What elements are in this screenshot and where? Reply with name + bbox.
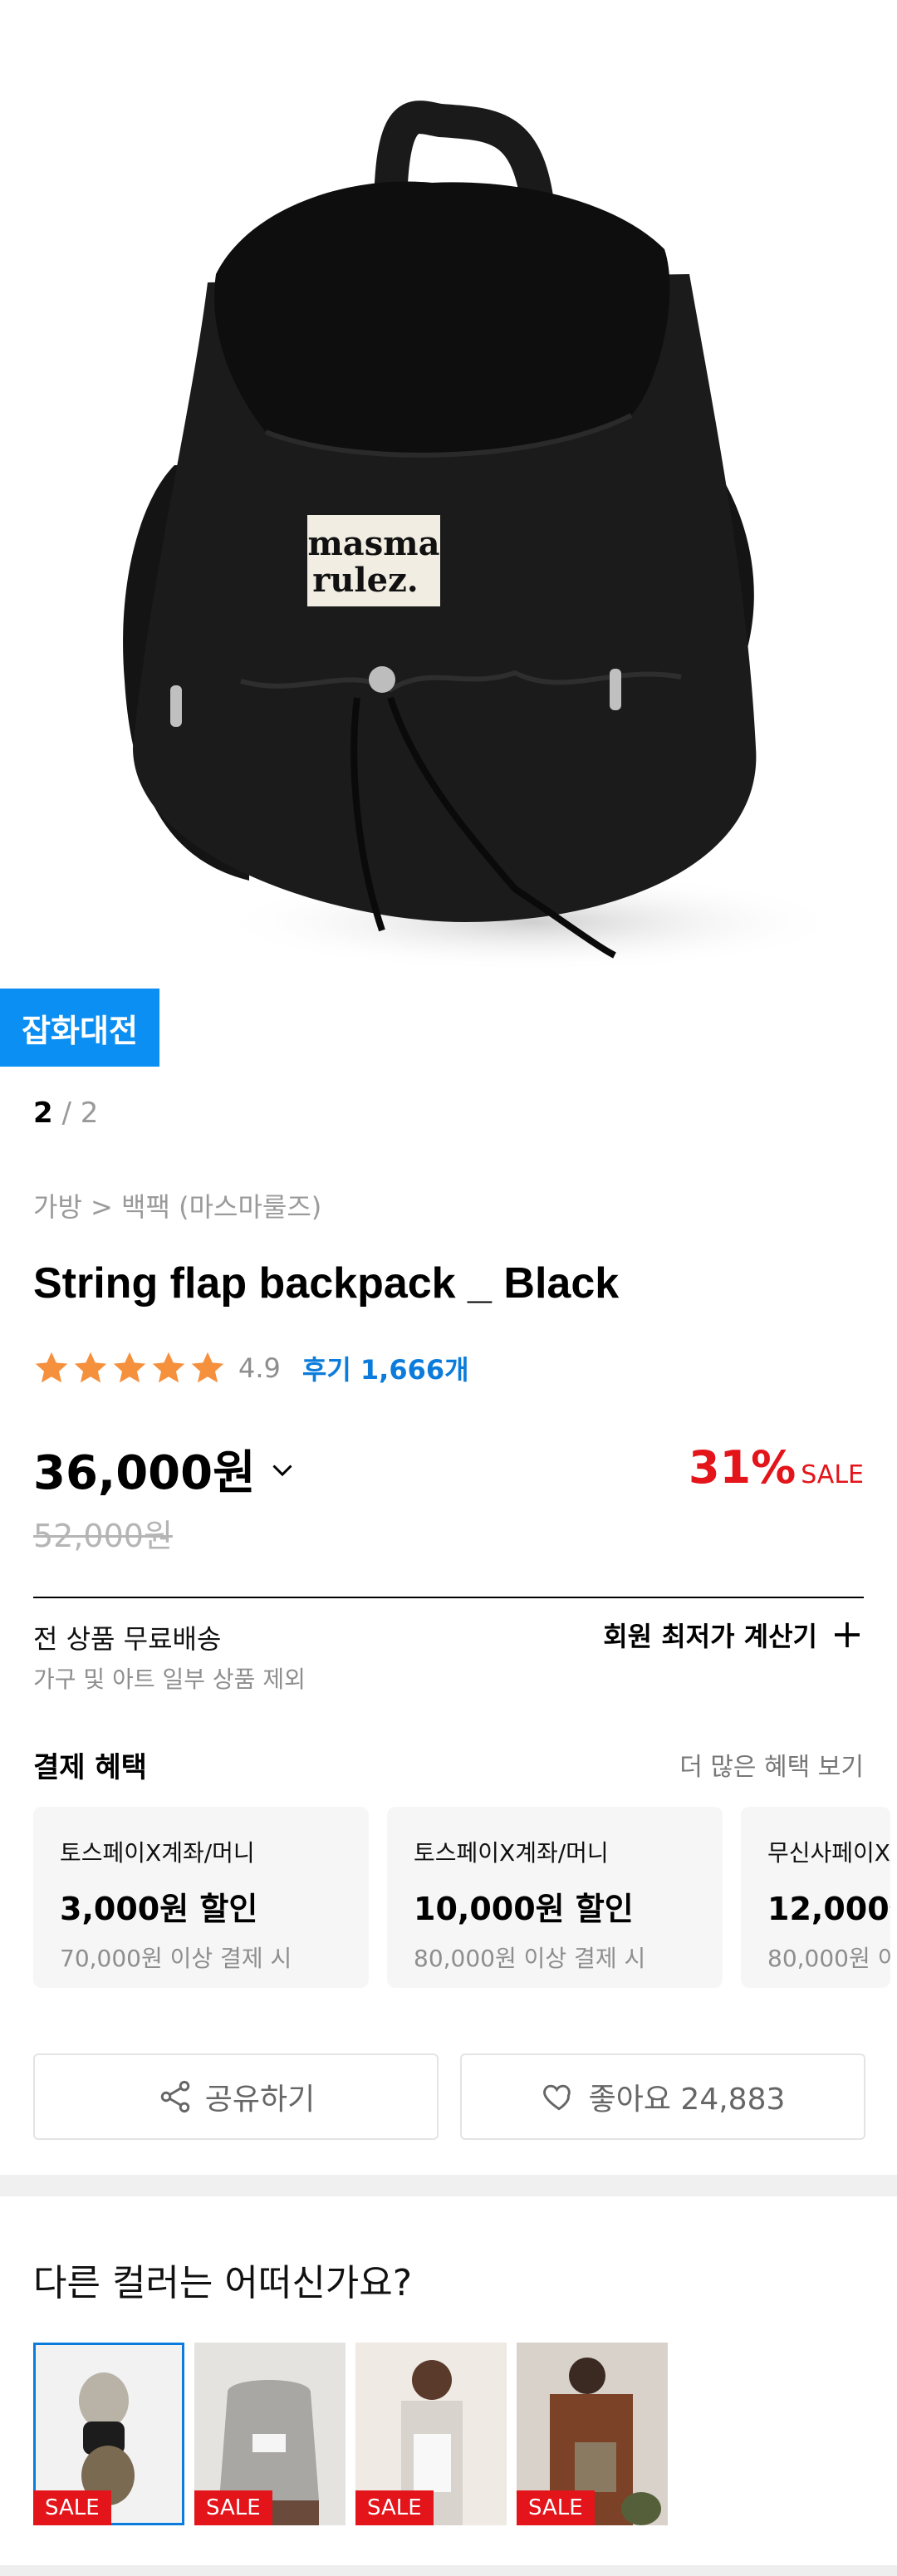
other-colors-title: 다른 컬러는 어떠신가요? bbox=[33, 2262, 413, 2304]
backpack-illustration: masma rulez. bbox=[123, 101, 847, 972]
benefit-card[interactable]: 무신사페이X토 12,000원 80,000원 이상 bbox=[741, 1807, 890, 1988]
benefit-provider: 무신사페이X토 bbox=[767, 1839, 890, 1867]
plus-icon bbox=[835, 1622, 860, 1647]
benefit-condition: 80,000원 이상 bbox=[767, 1945, 890, 1972]
svg-text:masma: masma bbox=[307, 524, 439, 563]
breadcrumb[interactable]: 가방 > 백팩 (마스마룰즈) bbox=[33, 1186, 321, 1224]
divider bbox=[33, 1597, 864, 1598]
svg-text:rulez.: rulez. bbox=[312, 561, 418, 600]
more-benefits-link[interactable]: 더 많은 혜택 보기 bbox=[679, 1746, 864, 1783]
like-button[interactable]: 좋아요 24,883 bbox=[460, 2053, 865, 2140]
star-icon bbox=[191, 1352, 224, 1383]
star-icon bbox=[35, 1352, 68, 1383]
product-title: String flap backpack _ Black bbox=[33, 1259, 620, 1308]
member-price-calculator-button[interactable]: 회원 최저가 계산기 bbox=[603, 1616, 864, 1654]
sale-tag: SALE bbox=[355, 2490, 434, 2525]
sale-label: SALE bbox=[801, 1460, 864, 1489]
benefit-provider: 토스페이X계좌/머니 bbox=[414, 1839, 609, 1867]
chevron-down-icon bbox=[272, 1464, 292, 1476]
event-badge[interactable]: 잡화대전 bbox=[0, 989, 159, 1067]
payment-benefit-title: 결제 혜택 bbox=[33, 1751, 147, 1784]
calculator-label: 회원 최저가 계산기 bbox=[603, 1621, 817, 1652]
sale-tag: SALE bbox=[517, 2490, 595, 2525]
benefit-cards[interactable]: 토스페이X계좌/머니 3,000원 할인 70,000원 이상 결제 시 토스페… bbox=[33, 1807, 890, 1988]
benefit-card[interactable]: 토스페이X계좌/머니 3,000원 할인 70,000원 이상 결제 시 bbox=[33, 1807, 369, 1988]
discount-rate: 31% SALE bbox=[689, 1441, 864, 1494]
color-thumbnail[interactable]: SALE bbox=[355, 2343, 507, 2525]
original-price: 52,000원 bbox=[33, 1518, 173, 1554]
shipping-subtitle: 가구 및 아트 일부 상품 제외 bbox=[33, 1666, 306, 1693]
star-icon bbox=[152, 1352, 185, 1383]
sale-price: 36,000원 bbox=[33, 1446, 256, 1500]
benefit-condition: 80,000원 이상 결제 시 bbox=[414, 1945, 646, 1972]
benefit-condition: 70,000원 이상 결제 시 bbox=[60, 1945, 292, 1972]
benefit-amount: 10,000원 할인 bbox=[414, 1891, 634, 1927]
share-label: 공유하기 bbox=[204, 2083, 316, 2117]
pager-current: 2 bbox=[33, 1097, 53, 1130]
benefit-amount: 12,000원 bbox=[767, 1891, 890, 1927]
product-image[interactable]: masma rulez. bbox=[0, 0, 897, 989]
pager-separator: / bbox=[61, 1097, 71, 1130]
pager-total: 2 bbox=[80, 1097, 99, 1130]
star-icon bbox=[74, 1352, 107, 1383]
bottom-divider bbox=[0, 2565, 897, 2576]
color-thumbnail[interactable]: SALE bbox=[194, 2343, 346, 2525]
like-label: 좋아요 24,883 bbox=[588, 2083, 786, 2117]
share-button[interactable]: 공유하기 bbox=[33, 2053, 439, 2140]
review-link[interactable]: 후기 1,666개 bbox=[302, 1349, 469, 1387]
benefit-provider: 토스페이X계좌/머니 bbox=[60, 1839, 255, 1867]
discount-percent: 31% bbox=[688, 1441, 797, 1494]
rating-row: 4.9 후기 1,666개 bbox=[33, 1347, 469, 1389]
share-icon bbox=[160, 2080, 189, 2113]
color-thumbnails[interactable]: SALE SALE SALE SALE bbox=[33, 2343, 668, 2525]
section-divider bbox=[0, 2175, 897, 2196]
shipping-title: 전 상품 무료배송 bbox=[33, 1623, 222, 1655]
benefit-amount: 3,000원 할인 bbox=[60, 1891, 258, 1927]
rating-stars bbox=[33, 1350, 228, 1386]
price-toggle[interactable]: 36,000원 bbox=[33, 1435, 297, 1503]
star-icon bbox=[113, 1352, 146, 1383]
image-pager: 2 / 2 bbox=[33, 1097, 98, 1130]
heart-icon bbox=[542, 2084, 571, 2111]
rating-value: 4.9 bbox=[238, 1352, 281, 1384]
color-thumbnail[interactable]: SALE bbox=[517, 2343, 668, 2525]
benefit-card[interactable]: 토스페이X계좌/머니 10,000원 할인 80,000원 이상 결제 시 bbox=[387, 1807, 723, 1988]
sale-tag: SALE bbox=[33, 2490, 111, 2525]
color-thumbnail[interactable]: SALE bbox=[33, 2343, 184, 2525]
sale-tag: SALE bbox=[194, 2490, 272, 2525]
